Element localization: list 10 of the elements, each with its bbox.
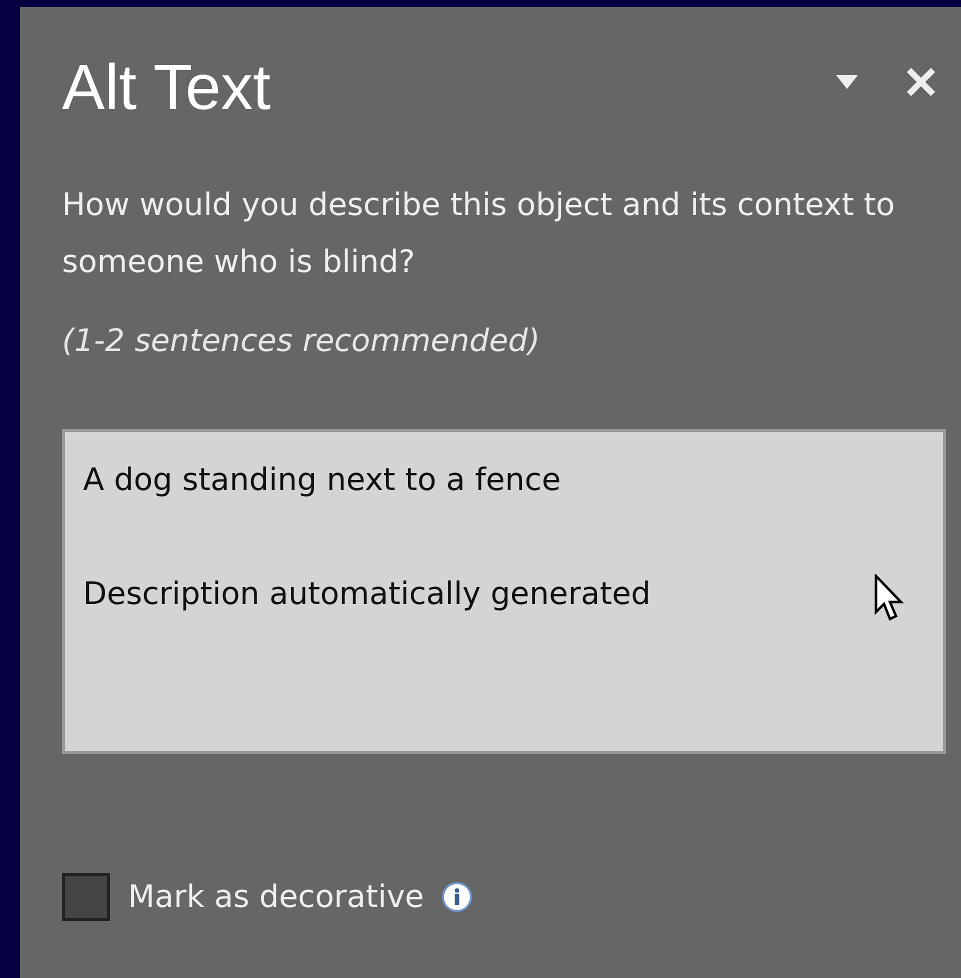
info-icon[interactable] bbox=[442, 882, 472, 912]
mouse-pointer-icon bbox=[874, 574, 904, 622]
question-text: How would you describe this object and its context to someone who is blind? bbox=[62, 186, 896, 282]
close-icon[interactable] bbox=[906, 67, 936, 97]
decorative-label: Mark as decorative bbox=[128, 879, 424, 915]
dropdown-icon[interactable] bbox=[836, 75, 858, 89]
description-field[interactable]: A dog standing next to a fence Description automatically generated bbox=[62, 429, 946, 754]
hint-text: (1-2 sentences recommended) bbox=[62, 323, 541, 359]
pane-title: Alt Text bbox=[62, 50, 272, 124]
decorative-checkbox[interactable] bbox=[62, 873, 110, 921]
